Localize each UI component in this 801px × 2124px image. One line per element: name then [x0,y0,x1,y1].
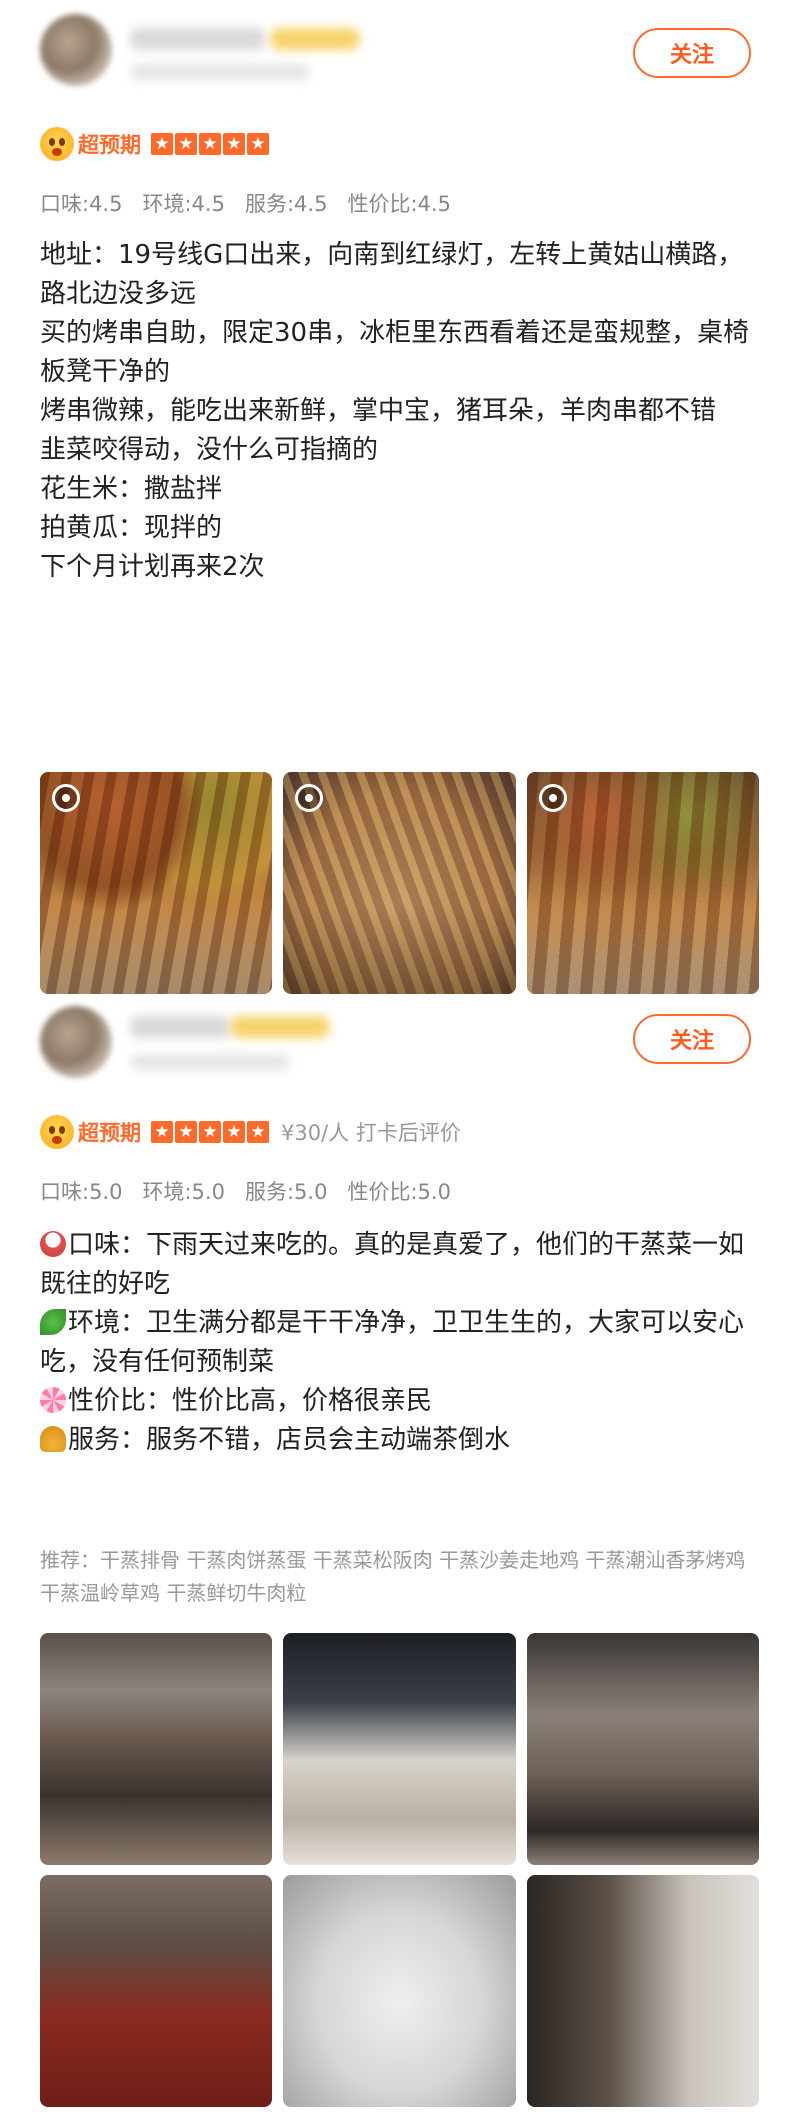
user-info-blurred [130,64,310,80]
review-line-text: 口味：下雨天过来吃的。真的是真爱了，他们的干蒸菜一如既往的好吃 [40,1230,745,1299]
review-line-text: 性价比：性价比高，价格很亲民 [68,1386,433,1416]
user-level-badge-blurred [270,28,360,50]
review-line: 韭菜咬得动，没什么可指摘的 [40,435,379,465]
review-line: 花生米：撒盐拌 [40,474,223,504]
review-photo[interactable] [527,1633,759,1865]
star-icon: ★ [151,1121,173,1143]
review-line-text: 环境：卫生满分都是干干净净，卫卫生生的，大家可以安心吃，没有任何预制菜 [40,1308,745,1377]
star-icon: ★ [199,133,221,155]
service-score: 服务:5.0 [244,1180,328,1204]
sub-scores: 口味:5.0 环境:5.0 服务:5.0 性价比:5.0 [40,1176,451,1206]
review-line: 烤串微辣，能吃出来新鲜，掌中宝，猪耳朵，羊肉串都不错 [40,396,717,426]
user-level-badge-blurred [230,1016,330,1038]
star-icon: ★ [175,1121,197,1143]
review-photo[interactable] [283,772,516,994]
rating-row: 超预期 ★ ★ ★ ★ ★ [40,126,269,162]
excited-face-icon [40,127,74,161]
review-text[interactable]: 地址：19号线G口出来，向南到红绿灯，左转上黄姑山横路，路北边没多远 买的烤串自… [40,236,760,587]
exceeds-expectation-label: 超预期 [78,1121,141,1145]
review-text[interactable]: 口味：下雨天过来吃的。真的是真爱了，他们的干蒸菜一如既往的好吃 环境：卫生满分都… [40,1226,760,1460]
review-photo[interactable] [40,1633,272,1865]
review-line: 下个月计划再来2次 [40,552,265,582]
value-score: 性价比:4.5 [347,192,451,216]
star-icon: ★ [247,133,269,155]
review-photo[interactable] [527,1875,759,2107]
photo-marker-icon [52,784,80,812]
review-line: 口味：下雨天过来吃的。真的是真爱了，他们的干蒸菜一如既往的好吃 [40,1226,760,1304]
review-line: 地址：19号线G口出来，向南到红绿灯，左转上黄姑山横路，路北边没多远 [40,240,744,309]
avatar[interactable] [40,14,112,86]
star-icon: ★ [199,1121,221,1143]
star-icon: ★ [223,1121,245,1143]
sub-scores: 口味:4.5 环境:4.5 服务:4.5 性价比:4.5 [40,188,451,218]
review-photo[interactable] [283,1875,516,2107]
review-photo[interactable] [283,1633,516,1865]
environment-score: 环境:4.5 [142,192,225,216]
review-line-text: 服务：服务不错，店员会主动端茶倒水 [68,1425,511,1455]
price-and-checkin: ¥30/人 打卡后评价 [281,1121,461,1145]
excited-face-icon [40,1115,74,1149]
review-line: 买的烤串自助，限定30串，冰柜里东西看着还是蛮规整，桌椅板凳干净的 [40,318,750,387]
star-icon: ★ [223,133,245,155]
follow-button[interactable]: 关注 [633,28,751,78]
service-score: 服务:4.5 [244,192,328,216]
user-info-blurred [130,1054,290,1070]
taste-score: 口味:5.0 [40,1180,123,1204]
star-rating: ★ ★ ★ ★ ★ [151,133,269,155]
avatar[interactable] [40,1006,112,1078]
username-blurred[interactable] [130,28,265,50]
value-score: 性价比:5.0 [347,1180,451,1204]
photo-marker-icon [539,784,567,812]
herb-icon [40,1309,66,1335]
star-rating: ★ ★ ★ ★ ★ [151,1121,269,1143]
review-line: 服务：服务不错，店员会主动端茶倒水 [40,1421,760,1460]
lollipop-icon [40,1387,66,1413]
rating-row: 超预期 ★ ★ ★ ★ ★ ¥30/人 打卡后评价 [40,1114,461,1150]
review-photo[interactable] [527,772,759,994]
star-icon: ★ [151,133,173,155]
review-line: 环境：卫生满分都是干干净净，卫卫生生的，大家可以安心吃，没有任何预制菜 [40,1304,760,1382]
rice-bowl-icon [40,1231,66,1257]
review-photo[interactable] [40,1875,272,2107]
bell-icon [40,1426,66,1452]
environment-score: 环境:5.0 [142,1180,225,1204]
taste-score: 口味:4.5 [40,192,123,216]
recommended-dishes[interactable]: 推荐：干蒸排骨 干蒸肉饼蒸蛋 干蒸菜松阪肉 干蒸沙姜走地鸡 干蒸潮汕香茅烤鸡 干… [40,1544,760,1610]
exceeds-expectation-label: 超预期 [78,133,141,157]
follow-button[interactable]: 关注 [633,1014,751,1064]
review-line: 性价比：性价比高，价格很亲民 [40,1382,760,1421]
photo-marker-icon [295,784,323,812]
star-icon: ★ [247,1121,269,1143]
review-line: 拍黄瓜：现拌的 [40,513,223,543]
review-photo[interactable] [40,772,272,994]
star-icon: ★ [175,133,197,155]
username-blurred[interactable] [130,1016,230,1038]
